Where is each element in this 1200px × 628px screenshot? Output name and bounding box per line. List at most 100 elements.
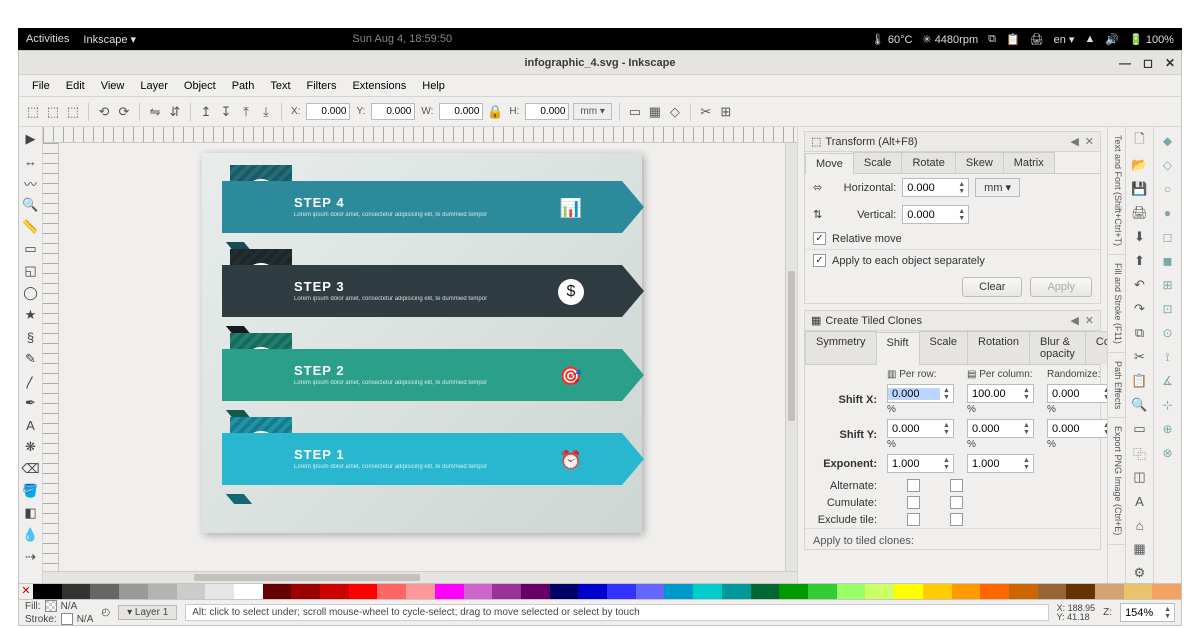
snap-icon[interactable]: ●	[1158, 203, 1178, 223]
panel-minimize-icon[interactable]: ◀	[1070, 135, 1078, 148]
align-icon[interactable]: ⬚	[65, 104, 81, 120]
duplicate-icon[interactable]: ⿻	[1130, 443, 1150, 463]
snap-icon[interactable]: ◼	[1158, 251, 1178, 271]
color-swatch[interactable]	[751, 584, 780, 599]
color-swatch[interactable]	[119, 584, 148, 599]
lock-icon[interactable]: 🔒	[487, 104, 503, 120]
color-swatch[interactable]	[550, 584, 579, 599]
tab-move[interactable]: Move	[805, 153, 854, 174]
zoom-tool-icon[interactable]: 🔍	[21, 195, 41, 215]
tab-matrix[interactable]: Matrix	[1003, 152, 1055, 173]
text-icon[interactable]: A	[1130, 491, 1150, 511]
snap-icon[interactable]: ◆	[1158, 131, 1178, 151]
align-icon[interactable]: ▦	[1130, 539, 1150, 559]
transform-mode-icon[interactable]: ▦	[647, 104, 663, 120]
color-swatch[interactable]	[320, 584, 349, 599]
snap-icon[interactable]: ∡	[1158, 371, 1178, 391]
xml-icon[interactable]: ⌂	[1130, 515, 1150, 535]
cut-icon[interactable]: ✂	[1130, 347, 1150, 367]
tab-rotate[interactable]: Rotate	[901, 152, 955, 173]
menu-path[interactable]: Path	[225, 77, 262, 95]
unit-select[interactable]: mm ▾	[975, 178, 1020, 197]
panel-minimize-icon[interactable]: ◀	[1070, 314, 1078, 327]
rect-tool-icon[interactable]: ▭	[21, 239, 41, 259]
relative-checkbox[interactable]: ✓	[813, 232, 826, 245]
color-swatch[interactable]	[263, 584, 292, 599]
network-icon[interactable]: ▲	[1084, 33, 1095, 45]
exclude-row-checkbox[interactable]	[907, 513, 920, 526]
color-swatch[interactable]	[33, 584, 62, 599]
pencil-tool-icon[interactable]: ✎	[21, 349, 41, 369]
color-swatch[interactable]	[377, 584, 406, 599]
menu-edit[interactable]: Edit	[59, 77, 92, 95]
vertical-input[interactable]	[903, 209, 955, 221]
color-swatch[interactable]	[90, 584, 119, 599]
tab-scale[interactable]: Scale	[853, 152, 903, 173]
tab-rotation[interactable]: Rotation	[967, 331, 1030, 364]
shifty-col-input[interactable]	[968, 423, 1020, 435]
snap-icon[interactable]: ⊹	[1158, 395, 1178, 415]
color-swatch[interactable]	[1038, 584, 1067, 599]
panel-close-icon[interactable]: ✕	[1085, 135, 1094, 148]
zoom-fit-icon[interactable]: 🔍	[1130, 395, 1150, 415]
star-tool-icon[interactable]: ★	[21, 305, 41, 325]
applyeach-checkbox[interactable]: ✓	[813, 254, 826, 267]
alternate-col-checkbox[interactable]	[950, 479, 963, 492]
snap-icon[interactable]: ⊡	[1158, 299, 1178, 319]
menu-file[interactable]: File	[25, 77, 57, 95]
color-swatch[interactable]	[62, 584, 91, 599]
color-swatch[interactable]	[952, 584, 981, 599]
node-tool-icon[interactable]: ↔	[21, 151, 41, 171]
color-swatch[interactable]	[1095, 584, 1124, 599]
shiftx-rand-input[interactable]	[1048, 388, 1100, 400]
tab-path-effects[interactable]: Path Effects	[1108, 353, 1125, 418]
color-swatch[interactable]	[492, 584, 521, 599]
misc-icon[interactable]: ⊞	[718, 104, 734, 120]
fill-swatch[interactable]	[45, 600, 57, 612]
snap-icon[interactable]: ⟟	[1158, 347, 1178, 367]
color-swatch[interactable]	[1009, 584, 1038, 599]
exclude-col-checkbox[interactable]	[950, 513, 963, 526]
unit-select[interactable]: mm ▾	[573, 103, 611, 120]
tab-shift[interactable]: Shift	[876, 332, 920, 365]
tab-color[interactable]: Color	[1085, 331, 1107, 364]
color-swatch[interactable]	[205, 584, 234, 599]
menu-object[interactable]: Object	[177, 77, 223, 95]
exponent-col-input[interactable]	[968, 458, 1020, 470]
gradient-tool-icon[interactable]: ◧	[21, 503, 41, 523]
horizontal-scrollbar[interactable]	[43, 571, 797, 583]
lang-indicator[interactable]: en ▾	[1054, 33, 1075, 46]
transform-mode-icon[interactable]: ▭	[627, 104, 643, 120]
measure-tool-icon[interactable]: 📏	[21, 217, 41, 237]
bucket-tool-icon[interactable]: 🪣	[21, 481, 41, 501]
tab-symmetry[interactable]: Symmetry	[805, 331, 877, 364]
layer-selector[interactable]: ▾ Layer 1	[118, 605, 177, 620]
rotate-cw-icon[interactable]: ⟳	[116, 104, 132, 120]
text-tool-icon[interactable]: A	[21, 415, 41, 435]
shifty-row-input[interactable]	[888, 423, 940, 435]
color-swatch[interactable]	[1066, 584, 1095, 599]
color-swatch[interactable]	[837, 584, 866, 599]
menu-filters[interactable]: Filters	[300, 77, 344, 95]
tray-icon[interactable]: 🖨	[1030, 33, 1044, 46]
color-swatch[interactable]	[435, 584, 464, 599]
stroke-swatch[interactable]	[61, 613, 73, 625]
color-swatch[interactable]	[865, 584, 894, 599]
y-input[interactable]	[371, 103, 415, 120]
clear-button[interactable]: Clear	[962, 277, 1022, 297]
flip-v-icon[interactable]: ⇵	[167, 104, 183, 120]
tab-skew[interactable]: Skew	[955, 152, 1004, 173]
w-input[interactable]	[439, 103, 483, 120]
color-swatch[interactable]	[1152, 584, 1181, 599]
copy-icon[interactable]: ⧉	[1130, 323, 1150, 343]
color-swatch[interactable]	[894, 584, 923, 599]
app-menu[interactable]: Inkscape ▾	[83, 33, 136, 46]
color-swatch[interactable]	[923, 584, 952, 599]
undo-icon[interactable]: ↶	[1130, 275, 1150, 295]
transform-mode-icon[interactable]: ◇	[667, 104, 683, 120]
snap-icon[interactable]: ◻	[1158, 227, 1178, 247]
spiral-tool-icon[interactable]: §	[21, 327, 41, 347]
spray-tool-icon[interactable]: ❋	[21, 437, 41, 457]
minimize-button[interactable]: —	[1119, 56, 1131, 70]
vertical-scrollbar[interactable]	[785, 143, 797, 571]
